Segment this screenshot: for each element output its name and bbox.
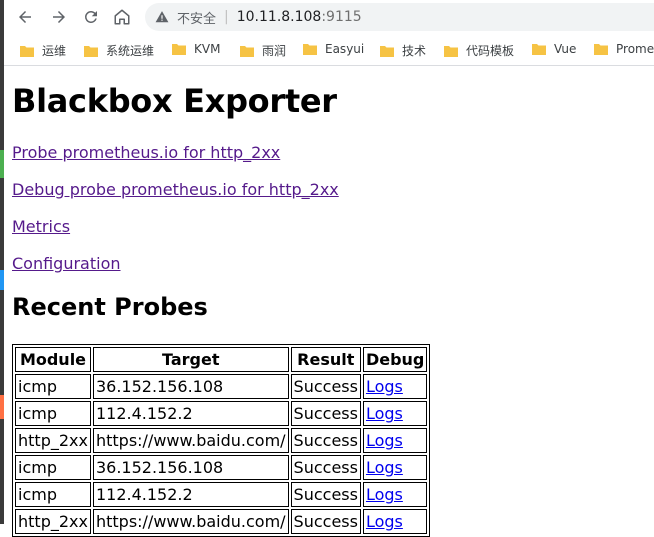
bookmark-item[interactable]: Vue <box>532 42 576 56</box>
target-cell: 36.152.156.108 <box>92 455 289 480</box>
debug-cell: Logs <box>362 455 428 480</box>
debug-cell: Logs <box>362 401 428 426</box>
table-row: icmp 112.4.152.2 Success Logs <box>15 401 428 426</box>
module-cell: icmp <box>15 455 91 480</box>
browser-toolbar: 不安全 | 10.11.8.108:9115 <box>4 0 654 34</box>
debug-cell: Logs <box>362 428 428 453</box>
debug-cell: Logs <box>362 509 428 534</box>
result-cell: Success <box>290 482 361 507</box>
bookmark-item[interactable]: 技术 <box>380 42 426 59</box>
url-port: :9115 <box>321 9 362 25</box>
target-cell: 36.152.156.108 <box>92 374 289 399</box>
bookmark-item[interactable]: 代码模板 <box>444 42 514 59</box>
home-button[interactable] <box>109 5 135 29</box>
debug-probe-link[interactable]: Debug probe prometheus.io for http_2xx <box>12 180 339 199</box>
target-cell: https://www.baidu.com/ <box>92 428 289 453</box>
result-cell: Success <box>290 401 361 426</box>
security-label[interactable]: 不安全 <box>177 8 216 27</box>
folder-icon <box>240 45 254 57</box>
edge-fragment <box>0 150 4 178</box>
page-content: Blackbox Exporter Probe prometheus.io fo… <box>12 66 654 537</box>
table-row: icmp 36.152.156.108 Success Logs <box>15 374 428 399</box>
warning-icon[interactable] <box>155 10 169 24</box>
target-cell: 112.4.152.2 <box>92 482 289 507</box>
column-header-result: Result <box>290 347 361 372</box>
recent-probes-heading: Recent Probes <box>12 293 208 321</box>
probe-link[interactable]: Probe prometheus.io for http_2xx <box>12 143 280 162</box>
logs-link[interactable]: Logs <box>366 431 403 450</box>
arrow-left-icon <box>19 11 31 23</box>
result-cell: Success <box>290 509 361 534</box>
recent-probes-table: Module Target Result Debug icmp 36.152.1… <box>12 344 431 537</box>
url-host: 10.11.8.108 <box>236 9 322 25</box>
table-header-row: Module Target Result Debug <box>15 347 428 372</box>
table-row: icmp 36.152.156.108 Success Logs <box>15 455 428 480</box>
logs-link[interactable]: Logs <box>366 485 403 504</box>
logs-link[interactable]: Logs <box>366 512 403 531</box>
module-cell: icmp <box>15 374 91 399</box>
metrics-link[interactable]: Metrics <box>12 217 70 236</box>
arrow-right-icon <box>53 11 65 23</box>
bookmark-item[interactable]: 系统运维 <box>84 42 154 59</box>
debug-cell: Logs <box>362 374 428 399</box>
result-cell: Success <box>290 455 361 480</box>
result-cell: Success <box>290 374 361 399</box>
home-icon <box>114 9 130 25</box>
edge-fragment <box>0 270 4 290</box>
table-row: http_2xx https://www.baidu.com/ Success … <box>15 509 428 534</box>
module-cell: icmp <box>15 401 91 426</box>
folder-icon <box>20 45 34 57</box>
configuration-link[interactable]: Configuration <box>12 254 121 273</box>
reload-icon <box>84 10 97 23</box>
bookmark-item[interactable]: 雨润 <box>240 42 286 59</box>
background-window-edge <box>0 0 4 524</box>
column-header-target: Target <box>92 347 289 372</box>
bookmark-item[interactable]: KVM <box>172 42 220 56</box>
bookmarks-bar: 运维 系统运维 KVM 雨润 Easyui 技术 代码模板 Vue Prome <box>4 36 654 64</box>
target-cell: https://www.baidu.com/ <box>92 509 289 534</box>
logs-link[interactable]: Logs <box>366 404 403 423</box>
folder-icon <box>532 44 546 55</box>
folder-icon <box>444 45 458 57</box>
result-cell: Success <box>290 428 361 453</box>
reload-button[interactable] <box>78 5 104 29</box>
folder-icon <box>380 45 394 57</box>
column-header-module: Module <box>15 347 91 372</box>
page-title: Blackbox Exporter <box>12 82 337 120</box>
table-row: http_2xx https://www.baidu.com/ Success … <box>15 428 428 453</box>
logs-link[interactable]: Logs <box>366 377 403 396</box>
folder-icon <box>594 44 608 55</box>
module-cell: http_2xx <box>15 428 91 453</box>
column-header-debug: Debug <box>362 347 428 372</box>
folder-icon <box>84 45 98 57</box>
folder-icon <box>172 44 186 55</box>
bookmark-item[interactable]: 运维 <box>20 42 66 59</box>
folder-icon <box>303 44 317 55</box>
bookmark-item[interactable]: Easyui <box>303 42 364 56</box>
back-button[interactable] <box>12 5 38 29</box>
address-separator: | <box>224 9 229 25</box>
target-cell: 112.4.152.2 <box>92 401 289 426</box>
logs-link[interactable]: Logs <box>366 458 403 477</box>
debug-cell: Logs <box>362 482 428 507</box>
edge-fragment <box>0 395 4 419</box>
address-bar[interactable]: 不安全 | 10.11.8.108:9115 <box>145 3 654 31</box>
bookmark-item[interactable]: Prome <box>594 42 654 56</box>
module-cell: http_2xx <box>15 509 91 534</box>
forward-button[interactable] <box>46 5 72 29</box>
module-cell: icmp <box>15 482 91 507</box>
table-row: icmp 112.4.152.2 Success Logs <box>15 482 428 507</box>
